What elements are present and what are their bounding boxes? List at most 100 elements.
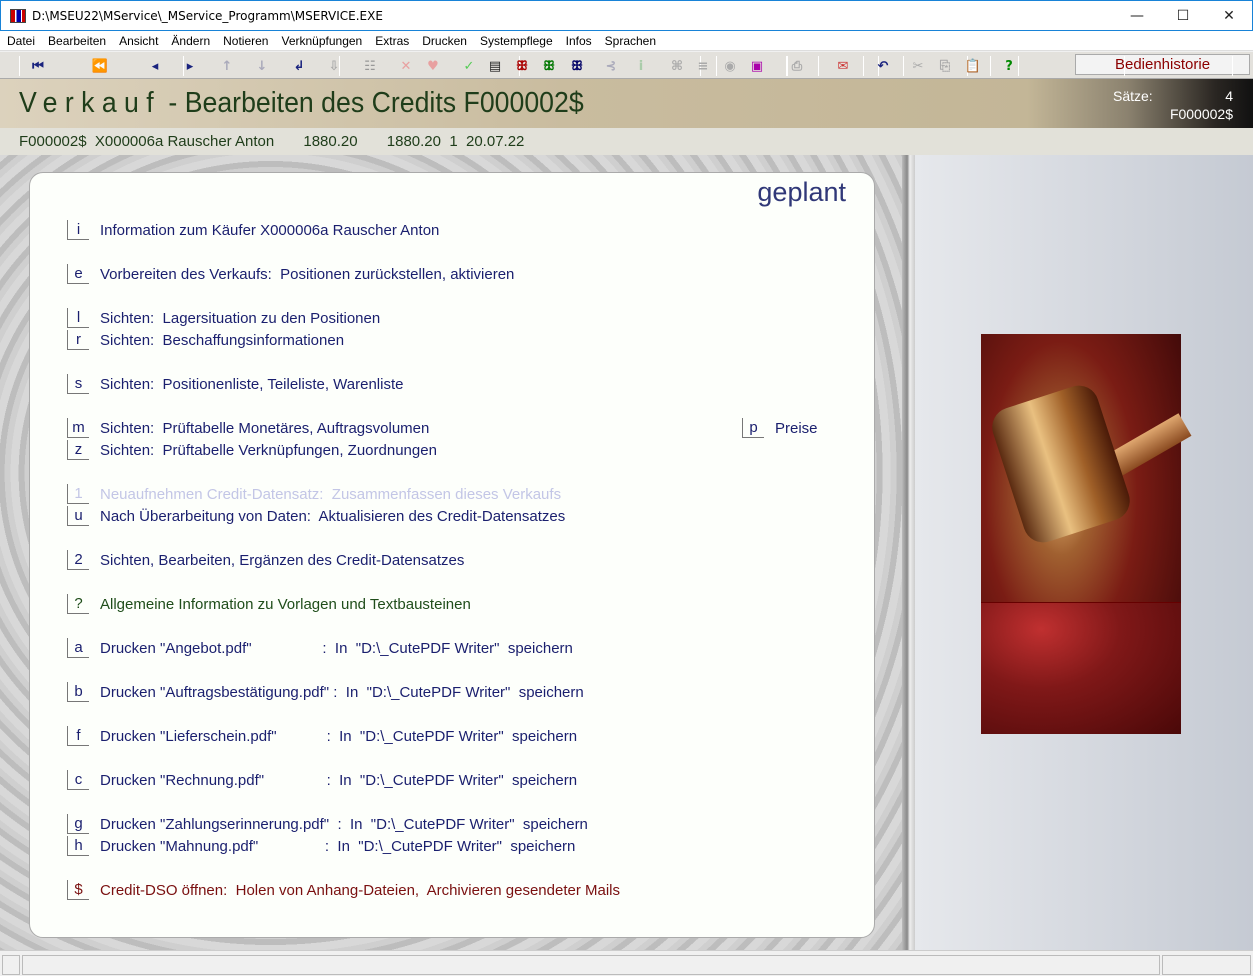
title-bar: D:\MSEU22\MService\_MService_Programm\MS… [0,0,1253,31]
menu-datei[interactable]: Datei [7,34,35,48]
menu-verknüpfungen[interactable]: Verknüpfungen [281,34,362,48]
toolbar-separator [990,56,991,76]
bedienhistorie-button[interactable]: Bedienhistorie [1075,54,1250,75]
hotkey-label[interactable]: u [67,506,89,526]
close-button[interactable]: ✕ [1206,1,1252,31]
branch-icon[interactable]: ⊰ [601,56,621,76]
action-label[interactable]: Information zum Käufer X000006a Rauscher… [100,222,439,239]
hotkey-label[interactable]: e [67,264,89,284]
action-label[interactable]: Drucken "Angebot.pdf" : In "D:\_CutePDF … [100,640,573,657]
action-panel: geplant i Information zum Käufer X000006a… [29,172,875,938]
menu-drucken[interactable]: Drucken [422,34,467,48]
status-bar [0,950,1253,976]
print-icon[interactable]: ⎙ [787,56,807,76]
next-record-icon[interactable]: ▸ [180,56,200,76]
menu-ansicht[interactable]: Ansicht [119,34,158,48]
hotkey-label[interactable]: z [67,440,89,460]
binoculars-icon[interactable]: ⌘ [667,56,687,76]
app-icon [10,8,26,23]
splitter[interactable] [902,155,915,950]
action-label[interactable]: Sichten: Beschaffungsinformationen [100,332,344,349]
action-label[interactable]: Sichten: Positionenliste, Teileliste, Wa… [100,376,403,393]
action-label[interactable]: Neuaufnehmen Credit-Datensatz: Zusammenf… [100,486,561,503]
action-label[interactable]: Preise [775,420,818,437]
toolbar-separator [863,56,864,76]
toolbar-separator [1124,56,1125,76]
hotkey-label[interactable]: 1 [67,484,89,504]
menu-extras[interactable]: Extras [375,34,409,48]
check-icon[interactable]: ✓ [459,56,479,76]
red-squirrel-icon[interactable]: ꕥ [512,56,532,76]
action-label[interactable]: Allgemeine Information zu Vorlagen und T… [100,596,471,613]
toolbar-separator [19,56,20,76]
copy-icon[interactable]: ⎘ [935,56,955,76]
hotkey-label[interactable]: r [67,330,89,350]
hotkey-label[interactable]: i [67,220,89,240]
tree-icon[interactable]: ☷ [360,56,380,76]
hotkey-label[interactable]: s [67,374,89,394]
menu-bearbeiten[interactable]: Bearbeiten [48,34,106,48]
cut-icon[interactable]: ✂ [908,56,928,76]
previous-record-icon[interactable]: ◂ [145,56,165,76]
action-label[interactable]: Credit-DSO öffnen: Holen von Anhang-Date… [100,882,620,899]
window-title: D:\MSEU22\MService\_MService_Programm\MS… [32,8,383,23]
action-label[interactable]: Drucken "Auftragsbestätigung.pdf" : In "… [100,684,584,701]
hotkey-label[interactable]: f [67,726,89,746]
blue-squirrel-icon[interactable]: ꕥ [567,56,587,76]
menu-systempflege[interactable]: Systempflege [480,34,553,48]
undo-icon[interactable]: ↶ [873,56,893,76]
gavel-image [981,334,1192,734]
action-label[interactable]: Drucken "Zahlungserinnerung.pdf" : In "D… [100,816,588,833]
menu-ändern[interactable]: Ändern [171,34,210,48]
colorful-icon[interactable]: ▣ [747,56,767,76]
status-label: geplant [757,177,846,207]
eye-icon[interactable]: ◉ [720,56,740,76]
hotkey-label[interactable]: p [742,418,764,438]
first-record-icon[interactable]: ⏮ [28,56,48,76]
mail-icon[interactable]: ✉ [833,56,853,76]
action-label[interactable]: Drucken "Mahnung.pdf" : In "D:\_CutePDF … [100,838,575,855]
action-label[interactable]: Drucken "Lieferschein.pdf" : In "D:\_Cut… [100,728,577,745]
document-icon[interactable]: ▤ [485,56,505,76]
action-label[interactable]: Sichten: Lagersituation zu den Positione… [100,310,380,327]
menu-notieren[interactable]: Notieren [223,34,268,48]
up-arrow-icon[interactable]: ↑ [217,56,237,76]
hotkey-label[interactable]: h [67,836,89,856]
toolbar-separator [1232,56,1233,76]
hotkey-label[interactable]: c [67,770,89,790]
action-label[interactable]: Sichten: Prüftabelle Verknüpfungen, Zuor… [100,442,437,459]
delete-icon[interactable]: ✕ [396,56,416,76]
menu-infos[interactable]: Infos [566,34,592,48]
action-label[interactable]: Sichten, Bearbeiten, Ergänzen des Credit… [100,552,464,569]
record-count: Sätze: 4 F000002$ [1113,88,1233,122]
green-squirrel-icon[interactable]: ꕥ [539,56,559,76]
help-icon[interactable]: ? [999,56,1019,76]
action-label[interactable]: Drucken "Rechnung.pdf" : In "D:\_CutePDF… [100,772,577,789]
action-label[interactable]: Nach Überarbeitung von Daten: Aktualisie… [100,508,565,525]
previous-page-icon[interactable]: ⏪ [90,56,110,76]
paste-icon[interactable]: 📋 [963,56,983,76]
down-arrow-icon[interactable]: ↓ [252,56,272,76]
maximize-button[interactable]: ☐ [1160,1,1206,31]
minimize-button[interactable]: — [1114,1,1160,31]
status-cell [2,955,20,975]
hotkey-label[interactable]: b [67,682,89,702]
hotkey-label[interactable]: $ [67,880,89,900]
hotkey-label[interactable]: 2 [67,550,89,570]
enter-icon[interactable]: ↲ [289,56,309,76]
action-label[interactable]: Sichten: Prüftabelle Monetäres, Auftrags… [100,420,429,437]
import-icon[interactable]: ⇩ [324,56,344,76]
status-cell [1162,955,1251,975]
status-cell [22,955,1160,975]
hotkey-label[interactable]: a [67,638,89,658]
menu-sprachen[interactable]: Sprachen [605,34,656,48]
hotkey-label[interactable]: g [67,814,89,834]
hotkey-label[interactable]: ? [67,594,89,614]
toolbar-separator [716,56,717,76]
action-label[interactable]: Vorbereiten des Verkaufs: Positionen zur… [100,266,514,283]
hotkey-label[interactable]: l [67,308,89,328]
hotkey-label[interactable]: m [67,418,89,438]
heart-icon[interactable]: ♥ [423,56,443,76]
list-icon[interactable]: ≡ [693,56,713,76]
info-icon[interactable]: i [631,56,651,76]
